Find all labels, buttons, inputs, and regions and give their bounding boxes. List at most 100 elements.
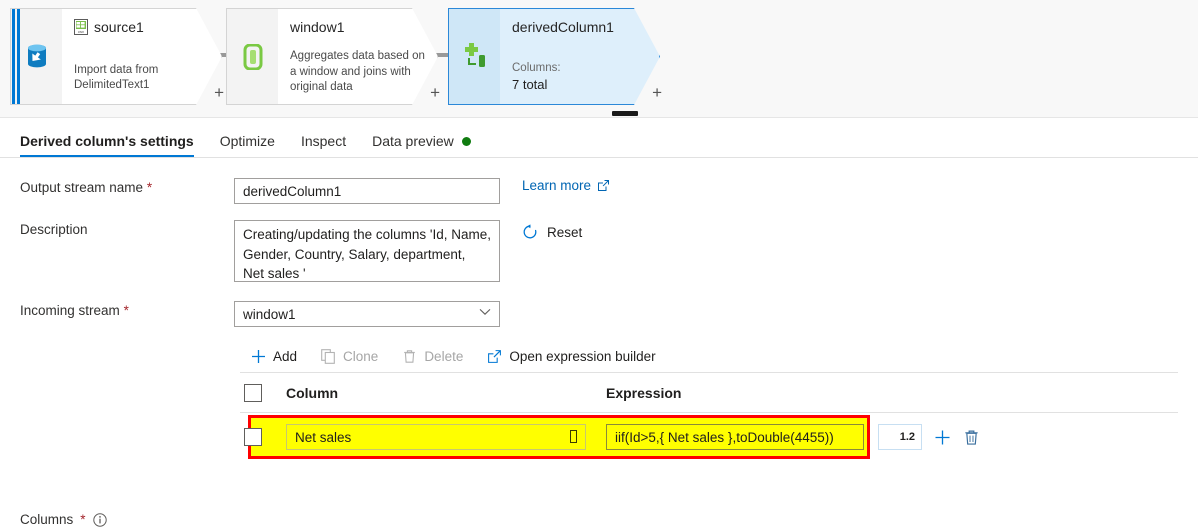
expression-header-label: Expression <box>606 384 682 401</box>
output-stream-input[interactable] <box>234 178 500 204</box>
derivedcolumn1-title-row: derivedColumn1 <box>512 19 647 35</box>
svg-text:csv: csv <box>78 29 84 34</box>
source1-name: source1 <box>94 19 144 35</box>
clone-column-label: Clone <box>343 349 379 364</box>
panel-resize-handle[interactable] <box>612 111 638 116</box>
select-all-checkbox[interactable] <box>244 383 262 402</box>
row-delete-button[interactable] <box>963 429 980 446</box>
output-stream-field-wrap <box>234 178 500 204</box>
derived-column-icon <box>464 42 485 67</box>
refresh-icon <box>523 224 537 239</box>
clone-column-button[interactable]: Clone <box>310 343 389 370</box>
reset-label: Reset <box>547 224 583 240</box>
tab-optimize-label: Optimize <box>219 133 275 149</box>
dataflow-node-derivedcolumn1[interactable]: derivedColumn1 Columns: 7 total + <box>448 8 662 105</box>
window1-icon-column <box>226 8 278 105</box>
columns-table-header: Column Expression <box>240 372 1178 412</box>
derivedcolumn1-columns-value: 7 total <box>512 77 548 93</box>
external-link-icon <box>488 350 502 363</box>
learn-more-wrap: Learn more <box>500 178 1198 193</box>
expression-value: iif(Id>5,{ Net sales },toDouble(4455)) <box>615 429 834 445</box>
trash-icon <box>404 350 416 363</box>
incoming-stream-label: Incoming stream * <box>0 301 234 321</box>
reset-button[interactable]: Reset <box>522 224 582 240</box>
derivedcolumn1-icon-column <box>448 8 500 105</box>
info-icon[interactable] <box>92 513 107 527</box>
source1-description: Import data from DelimitedText1 <box>74 63 159 92</box>
source1-icon-column <box>10 8 62 105</box>
columns-label: Columns * <box>0 510 234 530</box>
tab-derived-column-settings[interactable]: Derived column's settings <box>20 134 207 157</box>
incoming-stream-required: * <box>123 303 129 318</box>
column-name-input[interactable]: Net sales <box>286 424 586 450</box>
dataflow-node-window1[interactable]: window1 Aggregates data based on a windo… <box>226 8 440 105</box>
external-link-icon <box>598 180 610 191</box>
tab-inspect[interactable]: Inspect <box>288 134 359 157</box>
settings-tabs: Derived column's settings Optimize Inspe… <box>0 118 1198 158</box>
window1-body: window1 Aggregates data based on a windo… <box>278 8 438 105</box>
reset-wrap: Reset <box>500 220 1198 243</box>
plus-icon <box>935 430 950 444</box>
copy-icon <box>321 349 335 364</box>
expression-input[interactable]: iif(Id>5,{ Net sales },toDouble(4455)) <box>606 424 864 450</box>
output-stream-row: Output stream name * Learn more <box>0 178 1198 204</box>
add-column-button[interactable]: Add <box>240 343 308 370</box>
derivedcolumn1-columns-info: Columns: 7 total <box>512 61 561 94</box>
columns-required: * <box>80 512 86 527</box>
column-name-dropdown-icon[interactable] <box>570 430 577 443</box>
derivedcolumn1-add-button[interactable]: + <box>652 83 662 103</box>
delete-column-button[interactable]: Delete <box>391 343 474 370</box>
tab-inspect-label: Inspect <box>300 133 347 149</box>
learn-more-link[interactable]: Learn more <box>522 178 610 193</box>
window-transform-icon <box>243 43 262 70</box>
description-row: Description Reset <box>0 220 1198 285</box>
output-stream-required: * <box>146 180 153 195</box>
derivedcolumn1-columns-label: Columns: <box>512 61 561 74</box>
data-type-indicator: 1.2 <box>878 424 922 450</box>
row-add-button[interactable] <box>934 429 951 446</box>
source-accent-bars <box>11 9 21 104</box>
plus-icon <box>252 350 265 363</box>
window1-title-row: window1 <box>290 19 425 35</box>
window1-description: Aggregates data based on a window and jo… <box>290 50 425 94</box>
output-stream-label-text: Output stream name <box>20 180 144 195</box>
open-expression-builder-button[interactable]: Open expression builder <box>476 343 666 370</box>
incoming-stream-label-text: Incoming stream <box>20 303 120 318</box>
incoming-stream-field-wrap <box>234 301 500 327</box>
columns-table-body: Net sales iif(Id>5,{ Net sales },toDoubl… <box>240 412 1178 461</box>
table-row[interactable]: Net sales iif(Id>5,{ Net sales },toDoubl… <box>240 413 1178 461</box>
columns-command-bar: Add Clone Delete Open expression builder <box>0 343 1198 370</box>
incoming-stream-select[interactable] <box>234 301 500 327</box>
incoming-stream-row: Incoming stream * <box>0 301 1198 327</box>
tab-data-preview[interactable]: Data preview <box>359 134 484 157</box>
source1-add-button[interactable]: + <box>214 83 224 103</box>
data-type-value: 1.2 <box>899 431 915 443</box>
learn-more-label: Learn more <box>522 178 592 193</box>
delete-column-label: Delete <box>424 349 464 364</box>
derived-column-settings-form: Output stream name * Learn more Descript… <box>0 158 1198 527</box>
columns-table: Column Expression Net sales iif(Id>5,{ N… <box>240 372 1178 461</box>
derivedcolumn1-name: derivedColumn1 <box>512 19 614 35</box>
output-stream-label: Output stream name * <box>0 178 234 198</box>
description-textarea[interactable] <box>234 220 500 282</box>
tab-optimize[interactable]: Optimize <box>207 134 288 157</box>
window1-name: window1 <box>290 19 345 35</box>
tab-data-preview-label: Data preview <box>372 133 454 149</box>
column-name-value: Net sales <box>295 429 352 445</box>
columns-label-text: Columns <box>20 512 74 527</box>
data-preview-status-dot <box>461 136 471 146</box>
trash-icon <box>965 430 978 445</box>
open-expression-builder-label: Open expression builder <box>509 349 656 364</box>
csv-file-icon: csv <box>74 19 88 35</box>
dataflow-node-source1[interactable]: csv source1 Import data from DelimitedTe… <box>10 8 224 105</box>
dataflow-canvas[interactable]: csv source1 Import data from DelimitedTe… <box>0 0 1198 118</box>
add-column-label: Add <box>273 349 298 364</box>
source1-title-row: csv source1 <box>74 19 209 35</box>
description-field-wrap <box>234 220 500 285</box>
column-header-label: Column <box>286 384 339 401</box>
database-source-icon <box>27 44 46 67</box>
derivedcolumn1-body: derivedColumn1 Columns: 7 total <box>500 8 660 105</box>
description-label: Description <box>20 222 88 237</box>
row-select-checkbox[interactable] <box>244 428 262 446</box>
window1-add-button[interactable]: + <box>430 83 440 103</box>
